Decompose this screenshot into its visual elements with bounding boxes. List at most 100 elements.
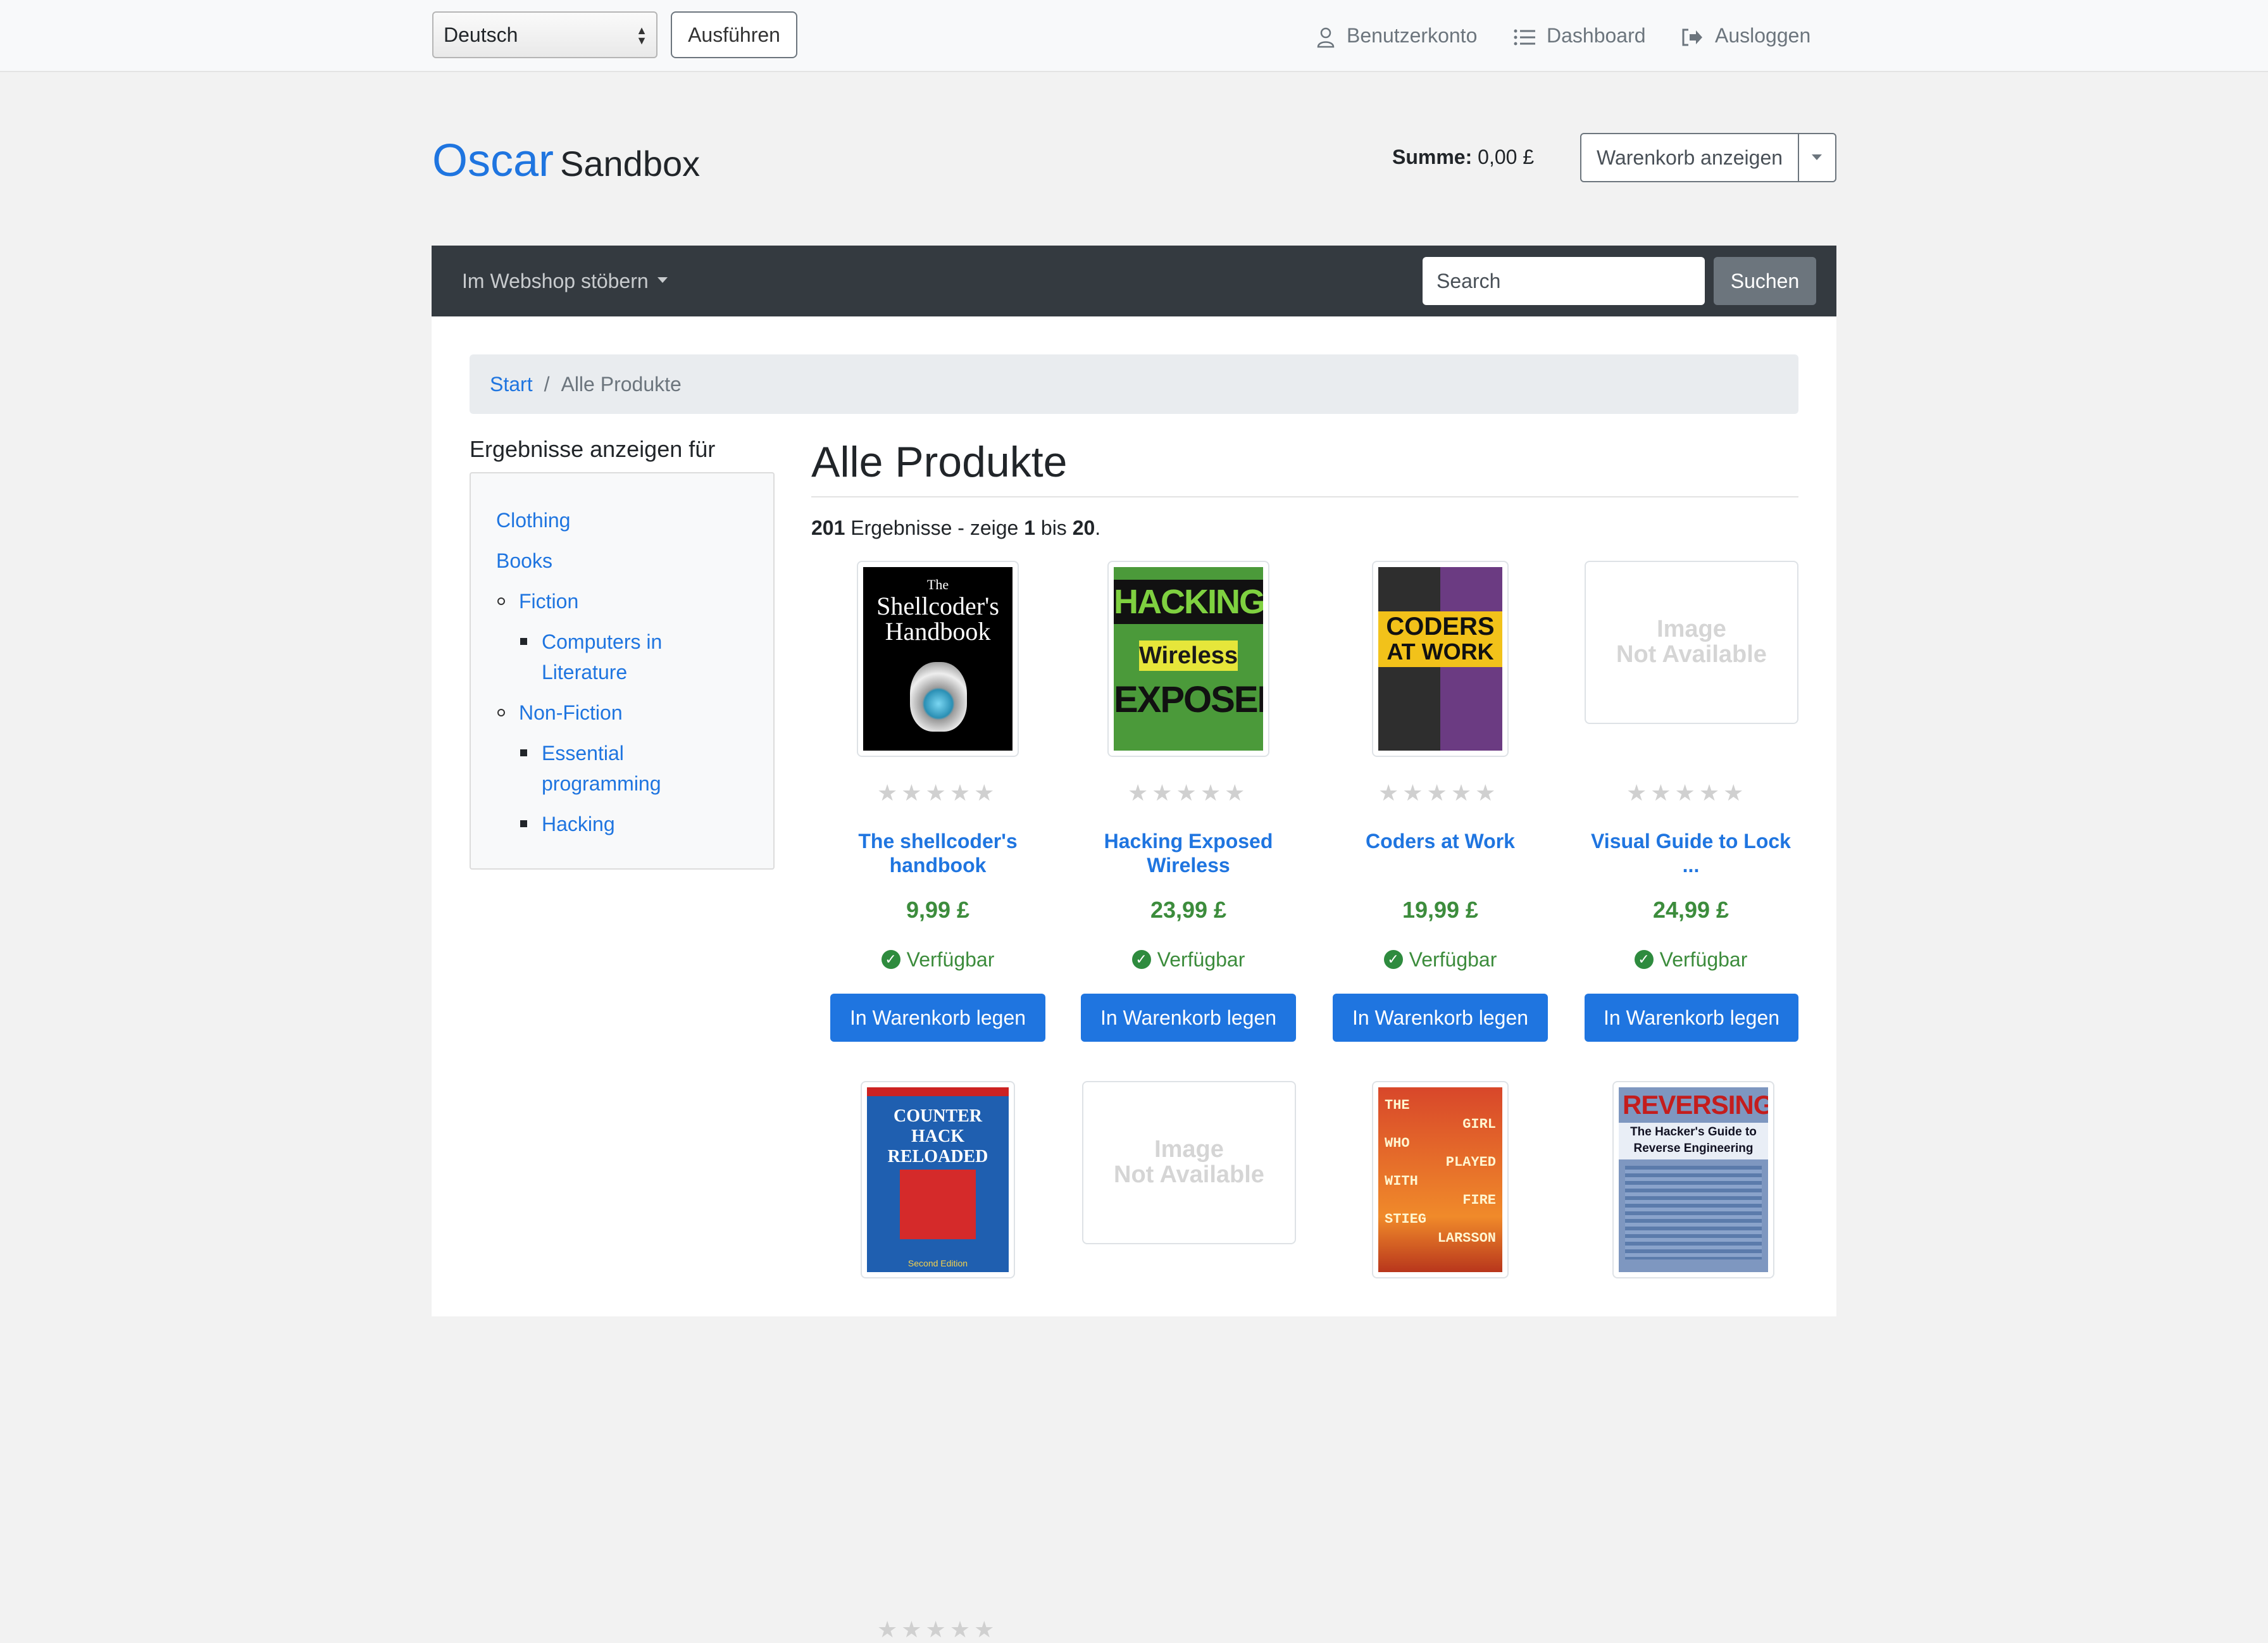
cover-text: LARSSON [1437,1230,1496,1246]
dashboard-link[interactable]: Dashboard [1514,18,1646,53]
results-text: . [1095,516,1101,539]
availability-label: Verfügbar [1659,948,1748,971]
product-price: 23,99 £ [1150,897,1227,923]
view-basket-button[interactable]: Warenkorb anzeigen [1581,134,1799,181]
cover-text: COUNTER HACK [893,1106,982,1146]
filter-title: Ergebnisse anzeigen für [470,436,716,462]
breadcrumb: Start / Alle Produkte [470,354,1798,414]
title-divider [811,496,1798,497]
cover-text: FIRE [1462,1192,1496,1208]
category-link-computers-in-literature[interactable]: Computers in Literature [542,627,662,687]
basket-dropdown-toggle[interactable] [1798,134,1835,181]
availability-status: ✓ Verfügbar [1087,946,1290,973]
cover-text: The Hacker's Guide to [1630,1125,1757,1139]
logout-link[interactable]: Ausloggen [1681,18,1810,53]
category-link-fiction[interactable]: Fiction [519,586,578,616]
star-rating: ★★★★★ [877,1616,999,1642]
availability-label: Verfügbar [1409,948,1497,971]
product-title-line: Wireless [1147,854,1230,877]
product-title-link[interactable]: Coders at Work [1339,829,1542,853]
category-filter: Clothing Books Fiction Computers in Liter… [470,472,775,870]
category-link-books[interactable]: Books [496,546,552,576]
cover-text: Shellcoder's [876,592,999,620]
cover-art [1625,1166,1762,1259]
results-to: 20 [1072,516,1095,539]
book-cover: CODERS AT WORK [1378,567,1502,751]
product-price: 19,99 £ [1402,897,1479,923]
star-rating: ★★★★★ [1128,780,1249,806]
cover-title: CODERS AT WORK [1378,611,1502,667]
check-circle-icon: ✓ [1383,949,1403,969]
user-icon [1317,27,1335,47]
image-not-available-placeholder[interactable]: Image Not Available [1585,561,1798,724]
cover-text: The [926,577,949,592]
brand-primary: Oscar [432,135,554,186]
results-text: Ergebnisse - zeige [850,516,1019,539]
product-title-link[interactable]: The shellcoder's handbook [837,829,1039,877]
cover-text: GIRL [1462,1116,1496,1132]
breadcrumb-separator: / [544,373,550,396]
book-cover: THE GIRL WHO PLAYED WITH FIRE STIEG LARS… [1378,1087,1502,1272]
product-title-link[interactable]: Visual Guide to Lock ... [1583,829,1798,877]
cover-text: WITH [1385,1173,1418,1189]
cover-text: HACKING [1114,580,1263,624]
product-image[interactable]: THE GIRL WHO PLAYED WITH FIRE STIEG LARS… [1372,1081,1509,1278]
category-link-essential-programming[interactable]: Essential programming [542,738,661,799]
cover-text: REVERSING: [1623,1090,1768,1120]
cover-text: RELOADED [887,1147,988,1166]
cover-band [867,1087,1009,1096]
cover-text: Wireless [1139,640,1238,671]
product-title-line: handbook [889,854,987,877]
product-image[interactable]: The Shellcoder's Handbook [857,561,1019,757]
browse-store-dropdown[interactable]: Im Webshop stöbern [462,246,668,316]
add-to-basket-button[interactable]: In Warenkorb legen [1081,994,1296,1042]
book-cover: HACKING Wireless EXPOSED [1114,567,1263,751]
add-to-basket-button[interactable]: In Warenkorb legen [830,994,1045,1042]
image-not-available-placeholder[interactable]: Image Not Available [1082,1081,1296,1244]
product-image[interactable]: HACKING Wireless EXPOSED [1107,561,1269,757]
top-bar: Deutsch ▲ ▼ Ausführen Benutzerkonto Dashb… [0,0,2268,72]
product-image[interactable]: CODERS AT WORK [1372,561,1509,757]
account-link[interactable]: Benutzerkonto [1316,18,1477,53]
product-image[interactable]: COUNTER HACK RELOADED Second Edition [861,1081,1015,1278]
view-basket-button-group: Warenkorb anzeigen [1580,133,1836,182]
cover-text: Handbook [885,617,991,646]
language-apply-button[interactable]: Ausführen [671,11,797,58]
category-link-hacking[interactable]: Hacking [542,809,615,839]
category-link-non-fiction[interactable]: Non-Fiction [519,697,623,728]
results-from: 1 [1024,516,1035,539]
product-image[interactable]: REVERSING: The Hacker's Guide to Reverse… [1612,1081,1774,1278]
star-rating: ★★★★★ [1378,780,1500,806]
main-navbar: Im Webshop stöbern Suchen [432,246,1836,316]
search-button[interactable]: Suchen [1714,257,1816,305]
language-select[interactable]: Deutsch ▲ ▼ [432,11,657,58]
logout-link-label: Ausloggen [1715,24,1811,47]
caret-down-icon [657,277,668,284]
add-to-basket-button[interactable]: In Warenkorb legen [1333,994,1548,1042]
brand-logo[interactable]: Oscar Sandbox [432,130,700,194]
search-input[interactable] [1423,257,1705,305]
cover-art [900,1170,976,1239]
list-bullet [520,638,527,645]
category-label-line: Essential [542,742,624,765]
caret-down-icon [1812,154,1822,160]
book-cover: REVERSING: The Hacker's Guide to Reverse… [1619,1087,1768,1272]
list-bullet [520,820,527,827]
cover-title: THE GIRL WHO PLAYED WITH FIRE STIEG LARS… [1385,1096,1496,1248]
sign-out-icon [1682,28,1702,46]
category-link-clothing[interactable]: Clothing [496,505,570,535]
availability-status: ✓ Verfügbar [837,946,1039,973]
category-label-line: Literature [542,661,628,684]
dashboard-link-label: Dashboard [1547,24,1646,47]
book-cover: The Shellcoder's Handbook [863,567,1012,751]
breadcrumb-home-link[interactable]: Start [490,373,533,396]
list-bullet [520,749,527,756]
availability-label: Verfügbar [906,948,995,971]
account-link-label: Benutzerkonto [1347,24,1478,47]
add-to-basket-button[interactable]: In Warenkorb legen [1585,994,1798,1042]
egg-illustration [910,662,967,732]
star-rating: ★★★★★ [877,780,999,806]
product-title-line: Visual Guide to Lock ... [1591,830,1791,877]
check-circle-icon: ✓ [1634,949,1654,969]
product-title-link[interactable]: Hacking Exposed Wireless [1087,829,1290,877]
